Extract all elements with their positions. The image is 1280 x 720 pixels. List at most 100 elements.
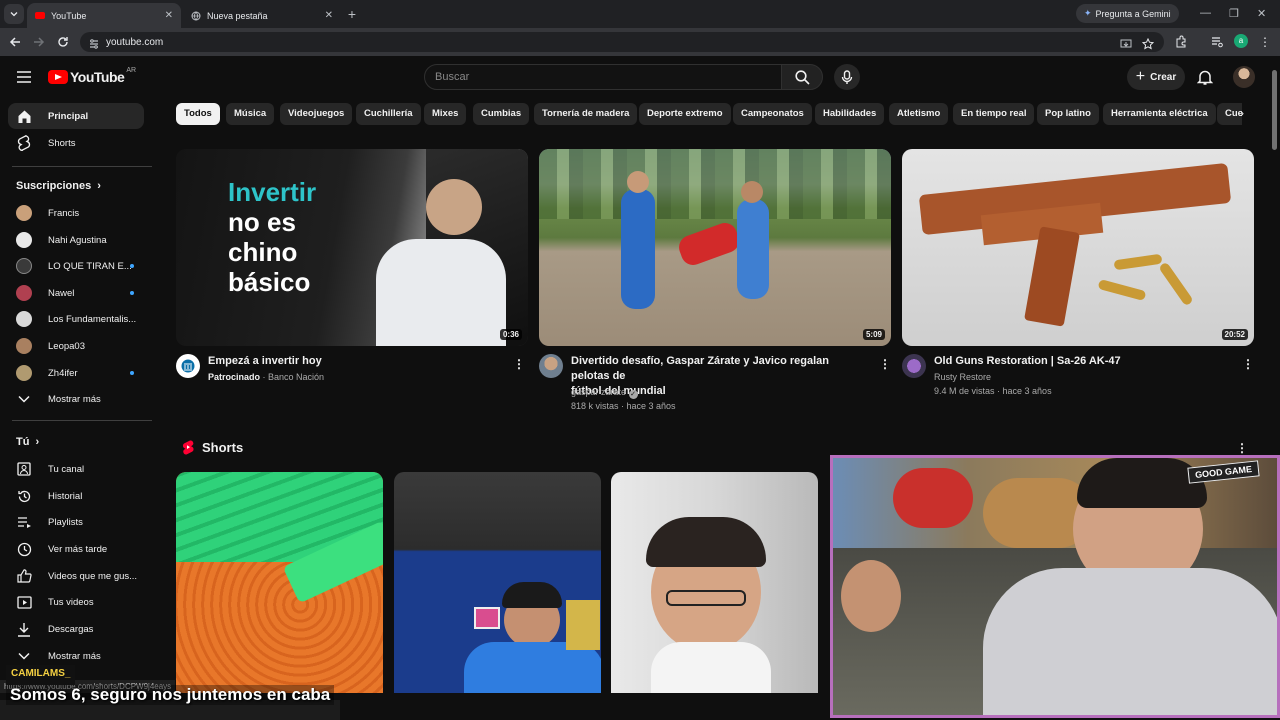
- close-tab-icon[interactable]: ✕: [325, 10, 333, 21]
- youtube-favicon-icon: [35, 12, 45, 19]
- chip[interactable]: Campeonatos: [733, 103, 812, 125]
- video-title[interactable]: Empezá a invertir hoy: [208, 354, 498, 369]
- video-thumbnail[interactable]: 20:52: [902, 149, 1254, 346]
- browser-profile-avatar[interactable]: a: [1234, 34, 1248, 48]
- sidebar-item-label: Principal: [48, 110, 89, 122]
- video-icon: [16, 595, 32, 609]
- browser-menu-icon[interactable]: ⋮: [1259, 35, 1271, 49]
- you-header[interactable]: Tú ›: [16, 436, 39, 448]
- media-control-icon[interactable]: [1210, 35, 1224, 49]
- video-channel[interactable]: gaspar zarate ✓: [571, 387, 638, 399]
- sidebar-item-tus-videos[interactable]: Tus videos: [8, 589, 144, 615]
- search-placeholder: Buscar: [435, 71, 470, 83]
- subscriptions-header[interactable]: Suscripciones ›: [16, 180, 101, 192]
- sidebar-item-shorts[interactable]: Shorts: [8, 130, 144, 156]
- address-bar[interactable]: youtube.com: [80, 32, 1164, 52]
- chip[interactable]: Pop latino: [1037, 103, 1099, 125]
- tab-youtube[interactable]: YouTube ✕: [27, 3, 181, 28]
- chip[interactable]: Herramienta eléctrica: [1103, 103, 1216, 125]
- sidebar-item-show-more[interactable]: Mostrar más: [8, 386, 144, 412]
- chip[interactable]: Cumbias: [473, 103, 530, 125]
- shorts-menu-icon[interactable]: ⋮: [1236, 441, 1248, 455]
- chip[interactable]: Cue: [1217, 103, 1242, 125]
- region-label: AR: [126, 66, 137, 74]
- new-tab-button[interactable]: +: [344, 6, 360, 22]
- sidebar-item-principal[interactable]: Principal: [8, 103, 144, 129]
- sidebar-item-subscription[interactable]: Nawel: [8, 280, 144, 306]
- channel-avatar[interactable]: [539, 354, 563, 378]
- window-close-icon[interactable]: ✕: [1257, 7, 1266, 20]
- sidebar-item-playlists[interactable]: Playlists: [8, 509, 144, 535]
- chevron-right-icon[interactable]: ›: [1240, 106, 1244, 120]
- chip[interactable]: Deporte extremo: [639, 103, 731, 125]
- sidebar-item-subscription[interactable]: Leopa03: [8, 333, 144, 359]
- video-channel[interactable]: Patrocinado · Banco Nación: [208, 372, 324, 382]
- voice-search-button[interactable]: [834, 64, 860, 90]
- rusty-gun-grip: [1024, 226, 1080, 327]
- bank-icon: [181, 359, 195, 373]
- channel-avatar[interactable]: [902, 354, 926, 378]
- install-app-icon[interactable]: [1120, 38, 1132, 50]
- you-title: Tú: [16, 436, 30, 448]
- chip-todos[interactable]: Todos: [176, 103, 220, 125]
- bookmark-star-icon[interactable]: [1142, 38, 1154, 50]
- notifications-bell-icon[interactable]: [1197, 69, 1213, 86]
- video-title[interactable]: Old Guns Restoration | Sa-26 AK-47: [934, 354, 1224, 369]
- tab-new-tab[interactable]: Nueva pestaña ✕: [183, 3, 341, 28]
- chip[interactable]: Tornería de madera: [534, 103, 638, 125]
- account-avatar[interactable]: [1233, 66, 1255, 88]
- short-thumbnail[interactable]: [394, 472, 601, 693]
- chevron-down-icon: [18, 652, 30, 660]
- sidebar-item-subscription[interactable]: Zh4ifer: [8, 360, 144, 386]
- trees: [539, 149, 891, 219]
- restore-icon[interactable]: ❐: [1229, 7, 1239, 20]
- sidebar-item-descargas[interactable]: Descargas: [8, 616, 144, 642]
- sidebar-item-subscription[interactable]: Nahi Agustina: [8, 227, 144, 253]
- reload-icon[interactable]: [56, 35, 70, 49]
- chip[interactable]: Habilidades: [815, 103, 885, 125]
- chevron-down-icon: [10, 12, 18, 17]
- sidebar-item-subscription[interactable]: LO QUE TIRAN E...: [8, 253, 144, 279]
- sidebar-item-videos-que-me-gustan[interactable]: Videos que me gus...: [8, 563, 144, 589]
- back-icon[interactable]: [8, 35, 22, 49]
- sidebar-item-label: Tu canal: [48, 463, 85, 475]
- close-tab-icon[interactable]: ✕: [165, 10, 173, 21]
- search-button[interactable]: [781, 64, 823, 90]
- search-icon: [794, 69, 810, 85]
- sidebar-item-subscription[interactable]: Francis: [8, 200, 144, 226]
- youtube-logo[interactable]: YouTube AR: [48, 66, 137, 85]
- forward-icon[interactable]: [32, 35, 46, 49]
- create-label: Crear: [1150, 71, 1177, 83]
- sidebar-item-tu-canal[interactable]: Tu canal: [8, 456, 144, 482]
- chip[interactable]: Música: [226, 103, 275, 125]
- ask-gemini-button[interactable]: ✦ Pregunta a Gemini: [1076, 4, 1179, 23]
- channel-avatar[interactable]: [176, 354, 200, 378]
- video-thumbnail[interactable]: 5:09: [539, 149, 891, 346]
- hamburger-menu-icon[interactable]: [16, 70, 32, 84]
- short-thumbnail[interactable]: [611, 472, 818, 693]
- minimize-icon[interactable]: —: [1200, 7, 1211, 19]
- tab-search-button[interactable]: [4, 4, 24, 24]
- sidebar-item-ver-mas-tarde[interactable]: Ver más tarde: [8, 536, 144, 562]
- create-button[interactable]: + Crear: [1127, 64, 1185, 90]
- sidebar-item-historial[interactable]: Historial: [8, 483, 144, 509]
- chip[interactable]: Cuchillería: [356, 103, 421, 125]
- video-thumbnail[interactable]: Invertir no es chino básico 0:36: [176, 149, 528, 346]
- chip[interactable]: Atletismo: [889, 103, 949, 125]
- video-menu-icon[interactable]: ⋮: [513, 357, 525, 371]
- short-thumbnail[interactable]: [176, 472, 383, 693]
- extensions-icon[interactable]: [1174, 35, 1188, 49]
- bullet: [1113, 253, 1163, 271]
- video-menu-icon[interactable]: ⋮: [879, 357, 891, 371]
- sidebar-item-subscription[interactable]: Los Fundamentalis...: [8, 306, 144, 332]
- channel-name[interactable]: Rusty Restore: [934, 372, 991, 382]
- page-scrollbar[interactable]: [1272, 70, 1277, 150]
- sidebar-item-label: Nawel: [48, 287, 75, 299]
- video-menu-icon[interactable]: ⋮: [1242, 357, 1254, 371]
- chip[interactable]: En tiempo real: [953, 103, 1035, 125]
- search-input[interactable]: Buscar: [424, 64, 782, 90]
- chip[interactable]: Mixes: [424, 103, 467, 125]
- site-info-icon[interactable]: [88, 38, 100, 50]
- chip[interactable]: Videojuegos: [280, 103, 353, 125]
- playlist-icon: [17, 517, 31, 528]
